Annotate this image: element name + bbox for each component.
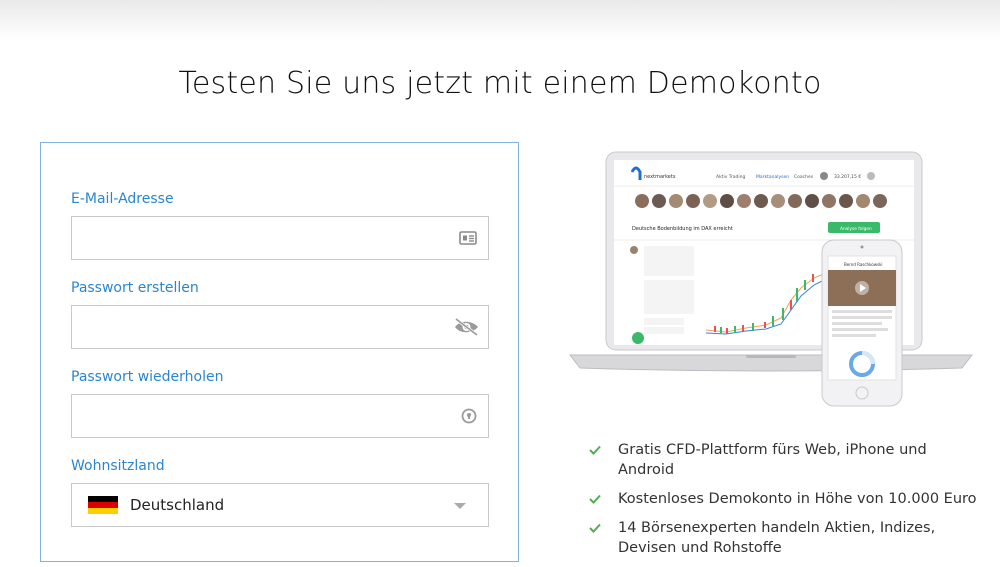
feature-text: Kostenloses Demokonto in Höhe von 10.000… bbox=[618, 491, 977, 507]
password-repeat-field-box bbox=[71, 394, 489, 438]
mockup-nav-3: Coaches bbox=[794, 174, 814, 180]
eye-hidden-icon[interactable] bbox=[452, 317, 482, 337]
feature-item: 14 Börsenexperten handeln Aktien, Indize… bbox=[587, 518, 987, 558]
password-repeat-input[interactable] bbox=[72, 395, 452, 437]
registration-form: E-Mail-Adresse Passwort erstellen Passwo… bbox=[40, 142, 519, 562]
key-lock-icon bbox=[461, 408, 477, 424]
email-label: E-Mail-Adresse bbox=[71, 191, 174, 207]
email-input[interactable] bbox=[72, 217, 452, 259]
germany-flag-icon bbox=[88, 496, 118, 514]
chevron-down-icon bbox=[454, 503, 466, 509]
password-repeat-label: Passwort wiederholen bbox=[71, 369, 224, 385]
contact-card-icon bbox=[459, 231, 477, 245]
device-mockup-image: nextmarkets Aktiv Trading Marktanalysen … bbox=[568, 151, 974, 407]
mockup-balance: 33.207,15 € bbox=[834, 174, 861, 180]
check-icon bbox=[589, 445, 601, 455]
country-selected-value: Deutschland bbox=[130, 496, 225, 514]
mockup-phone: Bernd Raschkowski bbox=[821, 239, 903, 407]
password-create-label: Passwort erstellen bbox=[71, 280, 199, 296]
mockup-phone-header: Bernd Raschkowski bbox=[844, 262, 883, 267]
mockup-action-button: Analyse folgen bbox=[840, 226, 872, 232]
mockup-nav-2: Marktanalysen bbox=[756, 174, 789, 180]
page-title: Testen Sie uns jetzt mit einem Demokonto bbox=[178, 66, 822, 101]
mockup-nav-1: Aktiv Trading bbox=[716, 174, 745, 180]
feature-item: Kostenloses Demokonto in Höhe von 10.000… bbox=[587, 489, 987, 509]
password-create-input[interactable] bbox=[72, 306, 452, 348]
mockup-brand: nextmarkets bbox=[644, 174, 676, 180]
feature-item: Gratis CFD-Plattform fürs Web, iPhone un… bbox=[587, 440, 987, 480]
country-label: Wohnsitzland bbox=[71, 458, 165, 474]
feature-text: 14 Börsenexperten handeln Aktien, Indize… bbox=[618, 520, 936, 556]
feature-list: Gratis CFD-Plattform fürs Web, iPhone un… bbox=[587, 440, 987, 567]
password-create-field-box bbox=[71, 305, 489, 349]
check-icon bbox=[589, 523, 601, 533]
top-shade bbox=[0, 0, 1000, 40]
email-field-box bbox=[71, 216, 489, 260]
check-icon bbox=[589, 494, 601, 504]
mockup-headline: Deutsche Bodenbildung im DAX erreicht bbox=[632, 226, 733, 232]
mockup-avatar-row bbox=[635, 194, 887, 208]
feature-text: Gratis CFD-Plattform fürs Web, iPhone un… bbox=[618, 442, 927, 478]
country-select[interactable]: Deutschland bbox=[71, 483, 489, 527]
